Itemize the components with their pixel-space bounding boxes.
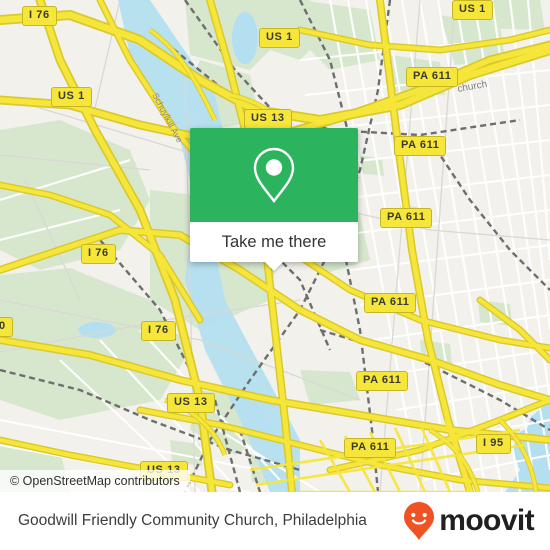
road-shield-i76-top-left: I 76 xyxy=(22,6,57,26)
place-popup-card[interactable]: Take me there xyxy=(190,128,358,271)
road-shield-pa611-bottom: PA 611 xyxy=(344,438,397,458)
place-card-image xyxy=(190,128,358,222)
moovit-wordmark: moovit xyxy=(439,504,534,537)
road-shield-i76-left: I 76 xyxy=(81,244,116,264)
road-shield-i95-bottom-right: I 95 xyxy=(476,434,511,454)
moovit-map-page: Schuylkill Ave church I 76 US 1 US 1 PA 611… xyxy=(0,0,550,550)
map-canvas[interactable]: Schuylkill Ave church I 76 US 1 US 1 PA 611… xyxy=(0,0,550,492)
road-shield-us13-center-top: US 13 xyxy=(244,109,292,129)
road-shield-us1-left: US 1 xyxy=(51,87,92,107)
road-shield-i76-lower-left: I 76 xyxy=(141,321,176,341)
road-shield-us13-lower-left: US 13 xyxy=(167,393,215,413)
moovit-logo[interactable]: moovit xyxy=(402,501,535,541)
road-shield-pa611-lower: PA 611 xyxy=(356,371,409,391)
take-me-there-button[interactable]: Take me there xyxy=(190,222,358,271)
card-pointer-tip xyxy=(265,262,283,271)
road-shield-pa611-right-mid: PA 611 xyxy=(380,208,433,228)
road-shield-pa611-top-right: PA 611 xyxy=(406,67,459,87)
road-shield-pa611-center: PA 611 xyxy=(364,293,417,313)
page-footer: Goodwill Friendly Community Church, Phil… xyxy=(0,492,550,550)
road-shield-pa611-right-upper: PA 611 xyxy=(394,136,447,156)
road-shield-us1-top: US 1 xyxy=(259,28,300,48)
attribution-text: © OpenStreetMap contributors xyxy=(10,474,180,488)
take-me-there-label: Take me there xyxy=(221,232,327,251)
place-title: Goodwill Friendly Community Church, Phil… xyxy=(18,512,367,529)
road-shield-edge-left: 0 xyxy=(0,317,13,337)
map-pin-icon xyxy=(253,147,295,203)
map-attribution[interactable]: © OpenStreetMap contributors xyxy=(0,470,190,492)
road-shield-us1-top-right: US 1 xyxy=(452,0,493,20)
moovit-smiley-pin-icon xyxy=(404,502,435,540)
